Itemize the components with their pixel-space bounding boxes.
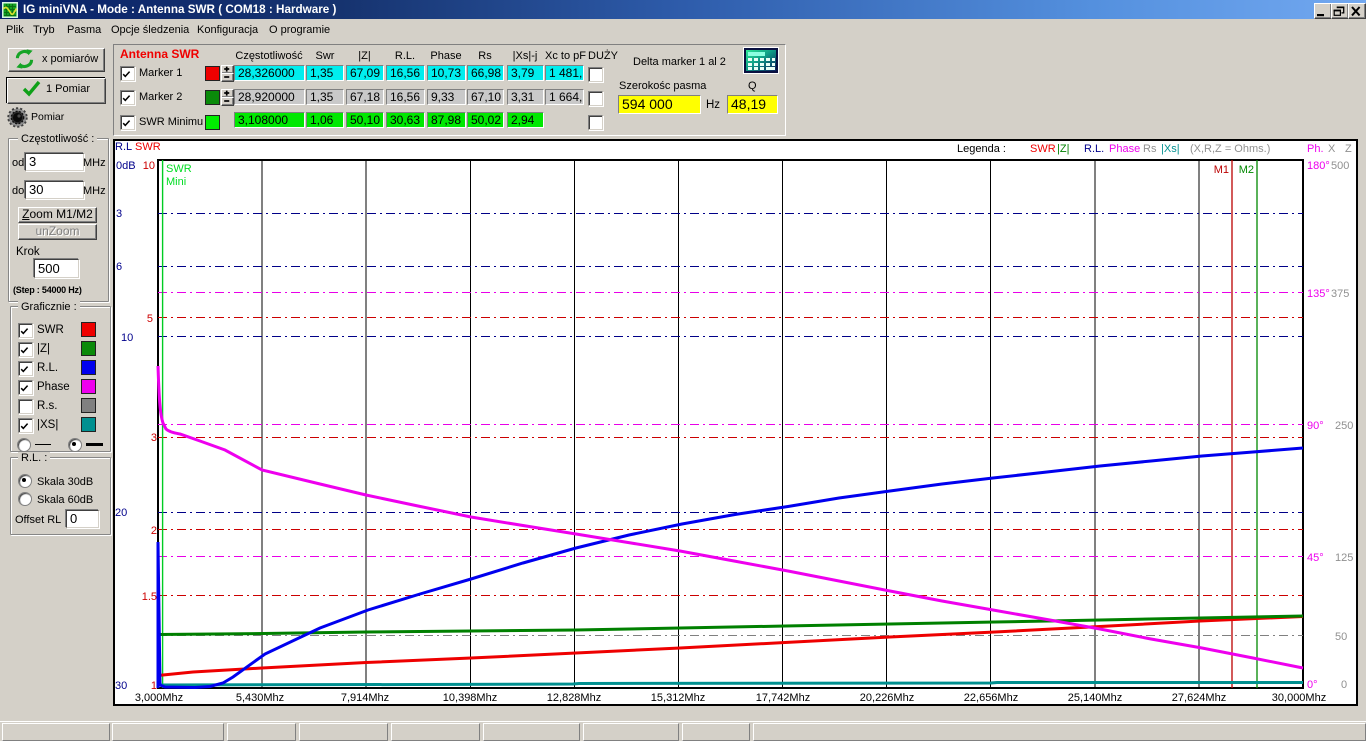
svg-text:5,430Mhz: 5,430Mhz — [236, 692, 284, 704]
svg-text:M1: M1 — [1214, 164, 1229, 176]
svg-text:15,312Mhz: 15,312Mhz — [651, 692, 705, 704]
svg-text:3: 3 — [116, 208, 122, 220]
svg-text:22,656Mhz: 22,656Mhz — [964, 692, 1018, 704]
svg-text:45°: 45° — [1307, 552, 1324, 564]
svg-text:20: 20 — [115, 507, 127, 519]
svg-text:90°: 90° — [1307, 420, 1324, 432]
svg-text:30: 30 — [115, 680, 127, 692]
svg-text:Rs: Rs — [1143, 143, 1157, 155]
svg-text:R.L: R.L — [115, 141, 132, 153]
svg-text:3: 3 — [151, 432, 157, 444]
svg-text:|Z|: |Z| — [1057, 143, 1069, 155]
svg-text:0: 0 — [1341, 679, 1347, 691]
svg-text:1: 1 — [151, 680, 157, 692]
svg-text:Z: Z — [1345, 143, 1352, 155]
svg-text:Legenda :: Legenda : — [957, 143, 1006, 155]
svg-text:SWR: SWR — [166, 163, 192, 175]
svg-text:135°: 135° — [1307, 288, 1330, 300]
svg-text:3,000Mhz: 3,000Mhz — [135, 692, 183, 704]
svg-text:7,914Mhz: 7,914Mhz — [341, 692, 389, 704]
svg-text:500: 500 — [1331, 160, 1349, 172]
svg-text:2: 2 — [151, 525, 157, 537]
svg-text:Ph.: Ph. — [1307, 143, 1324, 155]
svg-text:375: 375 — [1331, 288, 1349, 300]
svg-text:17,742Mhz: 17,742Mhz — [756, 692, 810, 704]
svg-text:|Xs|: |Xs| — [1161, 143, 1180, 155]
svg-text:6: 6 — [116, 261, 122, 273]
svg-text:20,226Mhz: 20,226Mhz — [860, 692, 914, 704]
svg-text:180°: 180° — [1307, 160, 1330, 172]
svg-text:X: X — [1328, 143, 1336, 155]
svg-text:5: 5 — [147, 313, 153, 325]
svg-text:M2: M2 — [1239, 164, 1254, 176]
svg-text:(X,R,Z = Ohms.): (X,R,Z = Ohms.) — [1190, 143, 1270, 155]
svg-text:50: 50 — [1335, 631, 1347, 643]
svg-text:0°: 0° — [1307, 679, 1318, 691]
svg-text:10: 10 — [143, 160, 155, 172]
svg-text:10,398Mhz: 10,398Mhz — [443, 692, 497, 704]
svg-text:SWR: SWR — [135, 141, 161, 153]
svg-text:30,000Mhz: 30,000Mhz — [1272, 692, 1326, 704]
svg-text:10: 10 — [121, 332, 133, 344]
svg-text:SWR: SWR — [1030, 143, 1056, 155]
svg-text:0dB: 0dB — [116, 160, 136, 172]
svg-text:R.L.: R.L. — [1084, 143, 1104, 155]
svg-text:25,140Mhz: 25,140Mhz — [1068, 692, 1122, 704]
svg-text:Mini: Mini — [166, 176, 186, 188]
svg-text:Phase: Phase — [1109, 143, 1140, 155]
svg-text:250: 250 — [1335, 420, 1353, 432]
svg-text:1.5: 1.5 — [142, 591, 157, 603]
svg-text:125: 125 — [1335, 552, 1353, 564]
svg-text:12,828Mhz: 12,828Mhz — [547, 692, 601, 704]
svg-text:27,624Mhz: 27,624Mhz — [1172, 692, 1226, 704]
